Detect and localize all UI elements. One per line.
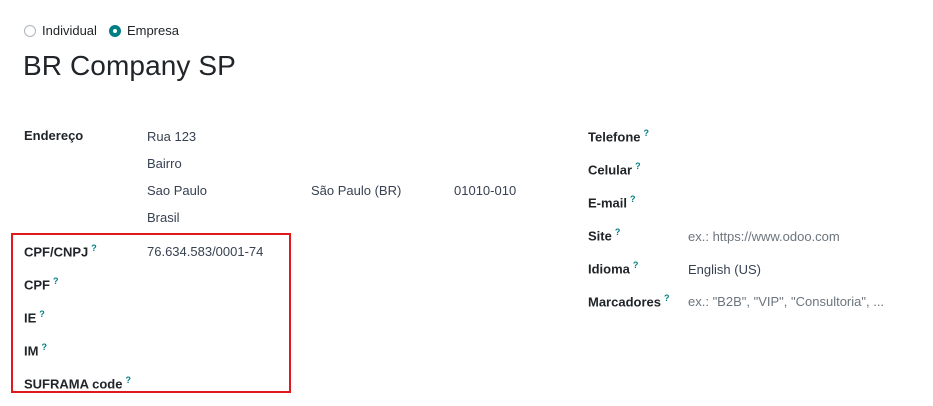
- cpf-label-text: CPF: [24, 277, 50, 293]
- im-label: IM?: [24, 342, 47, 358]
- help-icon[interactable]: ?: [630, 194, 636, 204]
- im-label-text: IM: [24, 343, 39, 359]
- phone-label: Telefone?: [588, 128, 649, 144]
- language-label: Idioma?: [588, 260, 638, 276]
- state-field[interactable]: São Paulo (BR): [311, 183, 401, 198]
- radio-unchecked-icon: [24, 24, 36, 37]
- country-field[interactable]: Brasil: [147, 210, 180, 225]
- cnpj-label: CPF/CNPJ?: [24, 243, 97, 259]
- help-icon[interactable]: ?: [633, 260, 639, 270]
- site-field[interactable]: ex.: https://www.odoo.com: [688, 229, 840, 244]
- suframa-label: SUFRAMA code?: [24, 375, 131, 391]
- tags-label-text: Marcadores: [588, 294, 661, 310]
- cnpj-field[interactable]: 76.634.583/0001-74: [147, 244, 263, 259]
- suframa-field[interactable]: [147, 375, 277, 391]
- help-icon[interactable]: ?: [125, 375, 131, 385]
- email-label: E-mail?: [588, 194, 636, 210]
- mobile-label: Celular?: [588, 161, 641, 177]
- city-field[interactable]: Sao Paulo: [147, 183, 207, 198]
- radio-company[interactable]: Empresa: [108, 23, 179, 38]
- radio-individual-label: Individual: [42, 23, 97, 38]
- email-field[interactable]: [688, 194, 888, 210]
- help-icon[interactable]: ?: [53, 276, 59, 286]
- mobile-label-text: Celular: [588, 162, 633, 178]
- help-icon[interactable]: ?: [41, 342, 47, 352]
- radio-company-label: Empresa: [126, 23, 179, 38]
- radio-checked-icon: [108, 24, 121, 37]
- cpf-field[interactable]: [147, 276, 277, 292]
- zip-field[interactable]: 01010-010: [454, 183, 516, 198]
- phone-label-text: Telefone: [588, 129, 641, 145]
- site-label-text: Site: [588, 228, 612, 244]
- cpf-label: CPF?: [24, 276, 59, 292]
- ie-label: IE?: [24, 309, 45, 325]
- help-icon[interactable]: ?: [635, 161, 641, 171]
- email-label-text: E-mail: [588, 195, 628, 211]
- phone-field[interactable]: [688, 128, 888, 144]
- language-label-text: Idioma: [588, 261, 630, 277]
- company-type-selector: Individual Empresa: [24, 23, 191, 38]
- help-icon[interactable]: ?: [664, 293, 670, 303]
- ie-label-text: IE: [24, 310, 37, 326]
- help-icon[interactable]: ?: [615, 227, 621, 237]
- im-field[interactable]: [147, 342, 277, 358]
- street-field[interactable]: Rua 123: [147, 129, 196, 144]
- radio-individual[interactable]: Individual: [24, 23, 97, 38]
- help-icon[interactable]: ?: [644, 128, 650, 138]
- ie-field[interactable]: [147, 309, 277, 325]
- tags-label: Marcadores?: [588, 293, 669, 309]
- language-select[interactable]: English (US): [688, 262, 761, 277]
- neighborhood-field[interactable]: Bairro: [147, 156, 182, 171]
- company-name-field[interactable]: BR Company SP: [23, 50, 236, 82]
- cnpj-label-text: CPF/CNPJ: [24, 244, 89, 260]
- address-label: Endereço: [24, 128, 84, 143]
- tags-field[interactable]: ex.: "B2B", "VIP", "Consultoria", ...: [688, 294, 884, 309]
- suframa-label-text: SUFRAMA code: [24, 376, 123, 392]
- help-icon[interactable]: ?: [39, 309, 45, 319]
- help-icon[interactable]: ?: [91, 243, 97, 253]
- site-label: Site?: [588, 227, 620, 243]
- mobile-field[interactable]: [688, 161, 888, 177]
